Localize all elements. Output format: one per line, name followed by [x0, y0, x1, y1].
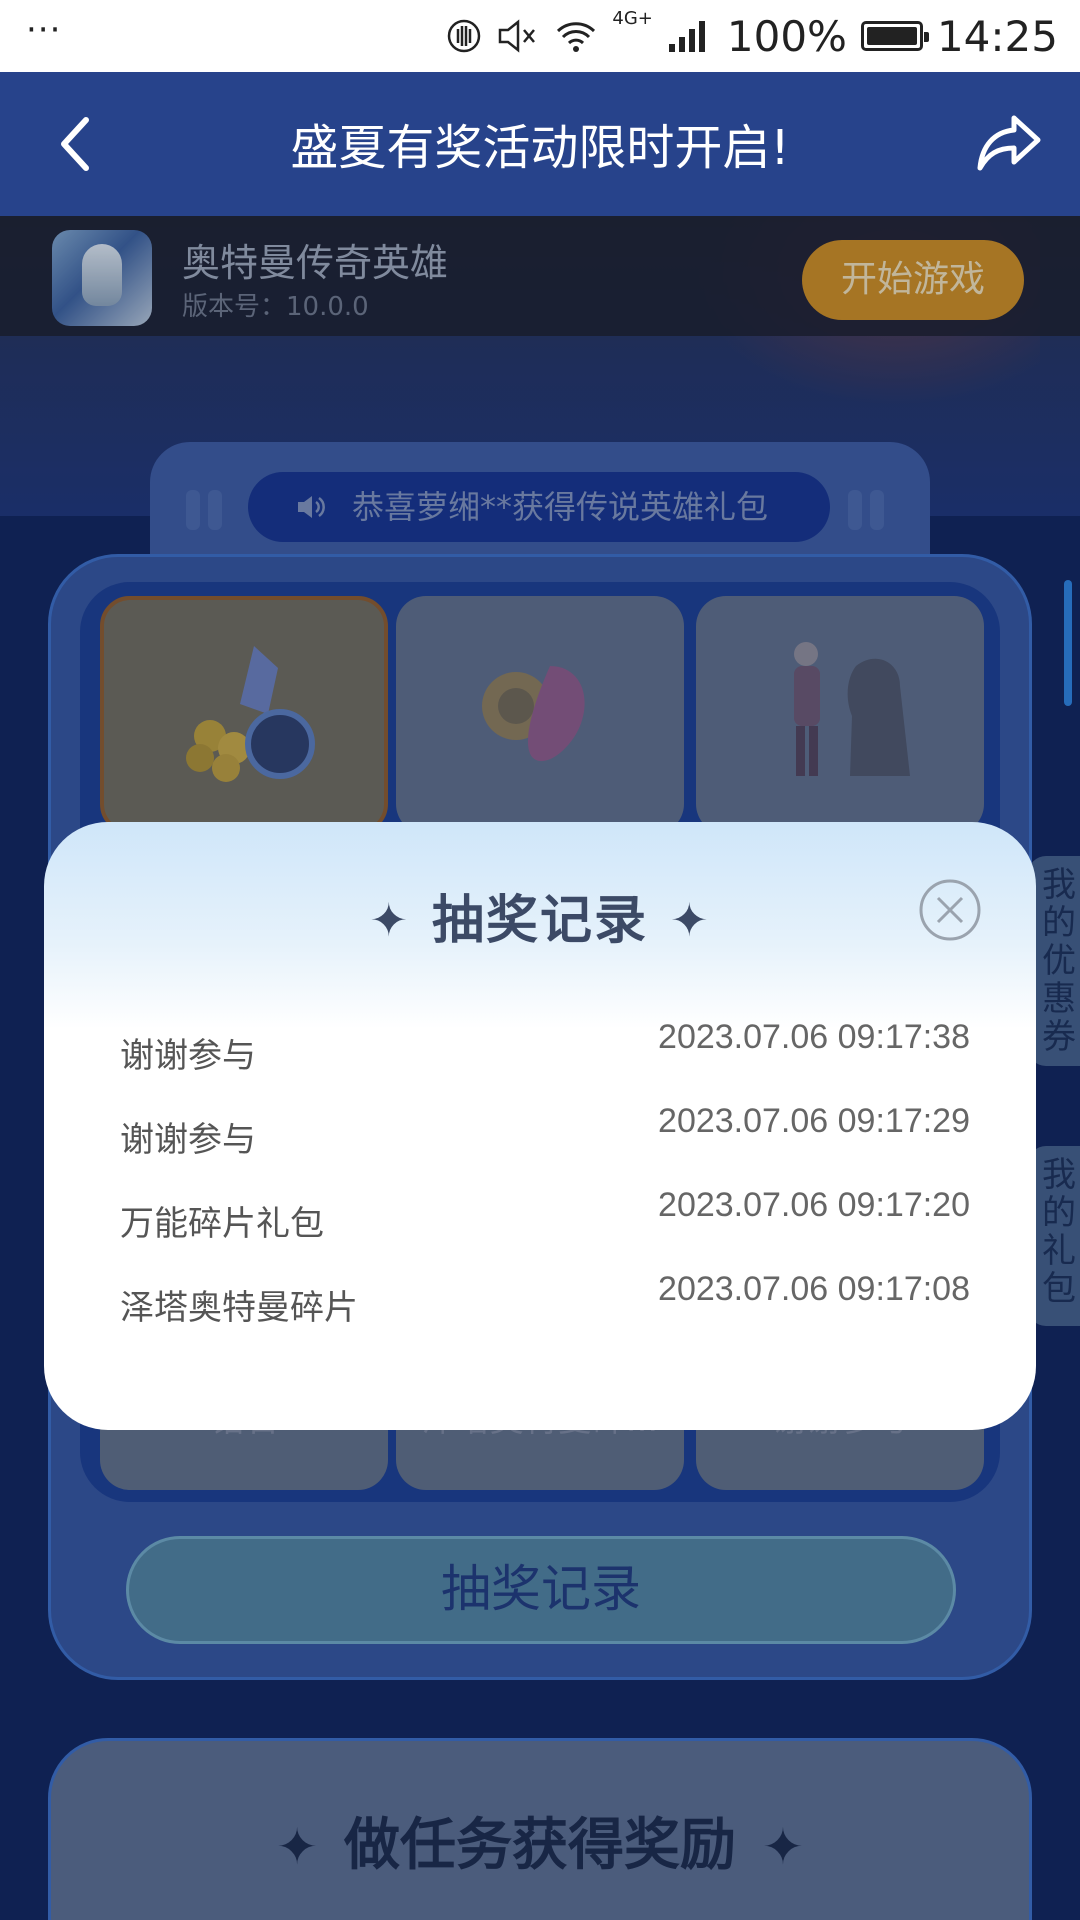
status-icons: 4G+ 100% 14:25: [446, 8, 1058, 64]
record-time: 2023.07.06 09:17:38: [658, 1018, 970, 1056]
network-type: 4G+: [612, 8, 653, 29]
vibrate-icon: [448, 19, 481, 53]
record-row: 泽塔奥特曼碎片 2023.07.06 09:17:08: [120, 1270, 970, 1330]
record-time: 2023.07.06 09:17:29: [658, 1102, 970, 1140]
record-time: 2023.07.06 09:17:08: [658, 1270, 970, 1308]
sparkle-icon: ✦: [670, 893, 711, 947]
record-prize: 泽塔奥特曼碎片: [120, 1288, 358, 1328]
battery-icon: [860, 21, 929, 51]
record-prize: 万能碎片礼包: [120, 1204, 324, 1244]
dialog-title-text: 抽奖记录: [431, 891, 648, 951]
close-icon[interactable]: [918, 878, 982, 942]
status-more-dots: ···: [26, 10, 62, 50]
sparkle-icon: ✦: [369, 893, 410, 947]
record-row: 谢谢参与 2023.07.06 09:17:38: [120, 1018, 970, 1078]
dialog-title: ✦ 抽奖记录 ✦: [44, 878, 1036, 953]
share-icon[interactable]: [976, 112, 1042, 172]
mute-icon: [499, 19, 536, 53]
record-prize: 谢谢参与: [120, 1120, 256, 1160]
status-bar: ··· 4G+ 100% 14:25: [0, 0, 1080, 72]
record-time: 2023.07.06 09:17:20: [658, 1186, 970, 1224]
lottery-record-dialog: ✦ 抽奖记录 ✦ 谢谢参与 2023.07.06 09:17:38 谢谢参与 202…: [44, 822, 1036, 1430]
record-prize: 谢谢参与: [120, 1036, 256, 1076]
battery-percent: 100%: [726, 11, 847, 61]
nav-bar: 盛夏有奖活动限时开启!: [0, 72, 1080, 216]
status-time: 14:25: [936, 11, 1058, 61]
record-row: 谢谢参与 2023.07.06 09:17:29: [120, 1102, 970, 1162]
page-title: 盛夏有奖活动限时开启!: [290, 120, 790, 176]
record-row: 万能碎片礼包 2023.07.06 09:17:20: [120, 1186, 970, 1246]
back-arrow-icon[interactable]: [48, 114, 108, 174]
signal-icon: [668, 21, 705, 52]
wifi-icon: [557, 22, 596, 52]
